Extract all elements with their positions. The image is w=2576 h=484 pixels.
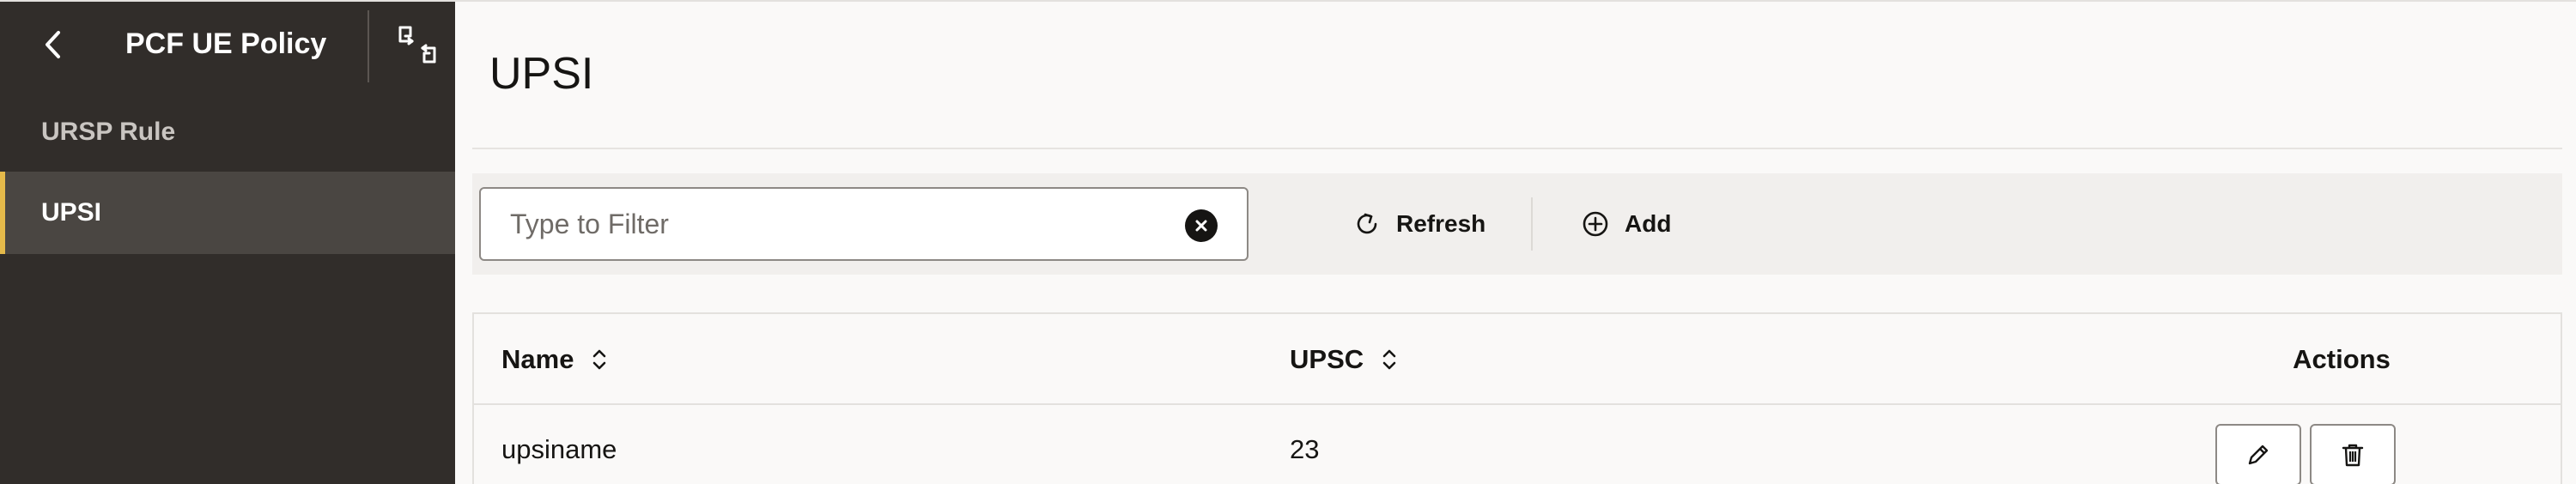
sidebar-item-label: UPSI (41, 198, 102, 227)
trash-icon (2342, 444, 2364, 467)
clear-circle-icon (1195, 220, 1207, 232)
sort-icon[interactable] (589, 346, 610, 373)
title-divider (472, 148, 2562, 149)
filter-box (479, 187, 1249, 261)
column-header-actions: Actions (2260, 314, 2423, 405)
app-window: PCF UE Policy URSP Rule UPSI UPSI Type t… (0, 0, 2576, 484)
toolbar: Refresh Add (472, 173, 2562, 275)
header-divider (368, 10, 369, 82)
clear-filter-button[interactable] (1185, 209, 1218, 242)
sidebar-item-upsi[interactable]: UPSI (0, 172, 455, 254)
table-row[interactable]: upsiname 23 (474, 407, 2561, 484)
sidebar-item-label: URSP Rule (41, 118, 176, 146)
cell-name: upsiname (501, 434, 617, 464)
sidebar-title: PCF UE Policy (125, 27, 327, 60)
column-header-upsc[interactable]: UPSC (1290, 314, 1400, 405)
sidebar-header: PCF UE Policy (0, 2, 455, 91)
column-header-name[interactable]: Name (501, 314, 610, 405)
refresh-label: Refresh (1396, 210, 1486, 237)
switch-view-icon (398, 26, 436, 64)
add-label: Add (1625, 210, 1672, 237)
column-header-label: Actions (2293, 344, 2391, 374)
delete-button[interactable] (2310, 424, 2396, 484)
plus-circle-icon (1580, 209, 1611, 239)
cell-upsc: 23 (1290, 434, 1320, 464)
main-content: UPSI Refresh (455, 2, 2576, 484)
chevron-left-icon (46, 31, 60, 58)
pencil-icon (2248, 445, 2269, 465)
sidebar: PCF UE Policy URSP Rule UPSI (0, 2, 455, 484)
table-header: Name UPSC Actions (474, 314, 2561, 405)
filter-input[interactable] (481, 189, 1185, 259)
back-button[interactable] (34, 24, 72, 65)
sort-icon[interactable] (1379, 346, 1400, 373)
sidebar-item-ursp-rule[interactable]: URSP Rule (0, 91, 455, 173)
page-title: UPSI (489, 49, 594, 99)
toolbar-divider (1531, 197, 1533, 251)
edit-button[interactable] (2215, 424, 2301, 484)
refresh-button[interactable]: Refresh (1352, 199, 1485, 249)
switch-view-button[interactable] (393, 21, 441, 69)
column-header-label: Name (501, 344, 574, 374)
add-button[interactable]: Add (1580, 199, 1671, 249)
upsi-table: Name UPSC Actions upsiname 23 (472, 312, 2562, 484)
refresh-icon (1352, 209, 1382, 239)
column-header-label: UPSC (1290, 344, 1364, 374)
